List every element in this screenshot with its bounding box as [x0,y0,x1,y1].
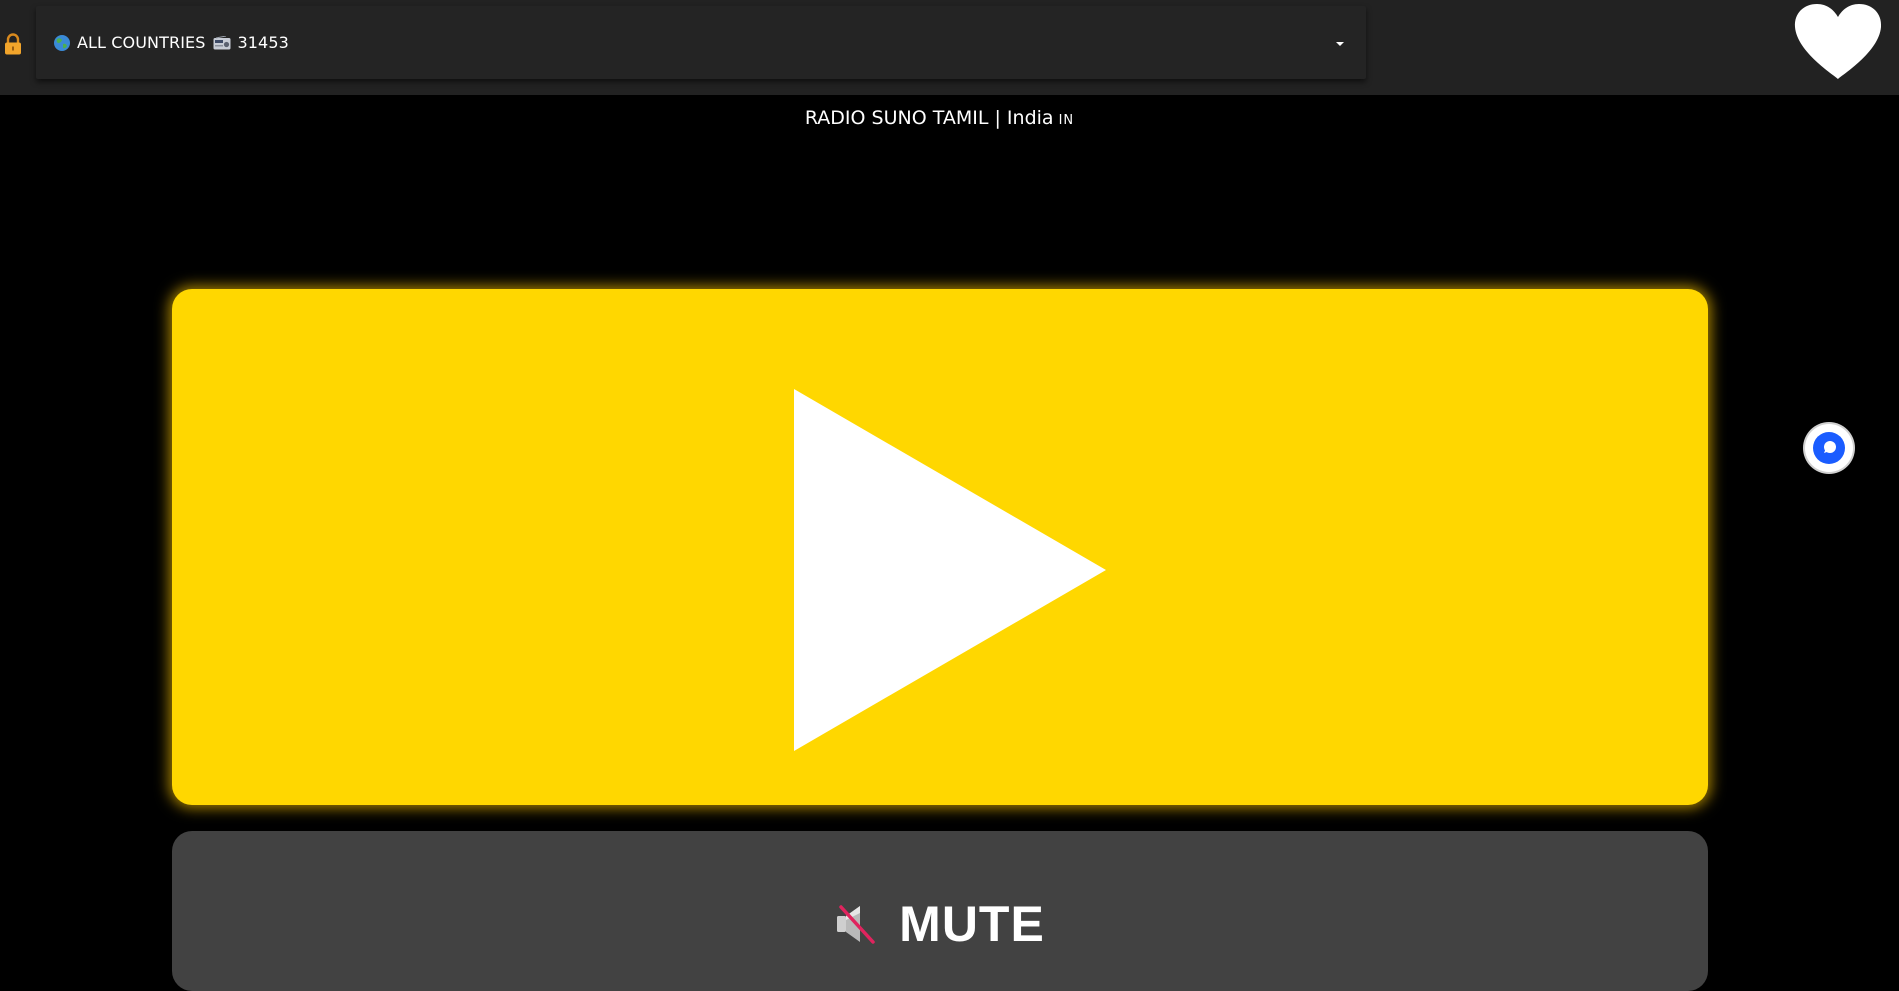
station-country: India [1006,107,1054,129]
mute-label: MUTE [899,896,1045,952]
heart-icon[interactable] [1794,4,1882,80]
country-code: IN [1058,113,1075,128]
station-separator: | [994,107,1001,129]
mute-content: MUTE [172,895,1708,953]
country-filter-label: ALL COUNTRIES [77,33,206,52]
globe-icon [54,34,70,51]
top-bar: ALL COUNTRIES 31453 [0,0,1899,95]
country-filter-dropdown[interactable]: ALL COUNTRIES 31453 [36,6,1366,79]
station-count: 31453 [237,33,289,52]
radio-icon [213,35,231,49]
assistant-widget-button[interactable] [1805,424,1853,472]
station-title: RADIO SUNO TAMIL | India IN [0,107,1879,129]
chevron-down-icon [1336,42,1344,46]
play-button[interactable] [172,289,1708,805]
speaker-muted-icon [837,905,875,944]
mute-button[interactable]: MUTE [172,831,1708,991]
assistant-icon [1813,432,1845,464]
lock-icon[interactable] [4,33,22,55]
station-name: RADIO SUNO TAMIL [804,107,989,129]
play-icon [794,389,1106,751]
